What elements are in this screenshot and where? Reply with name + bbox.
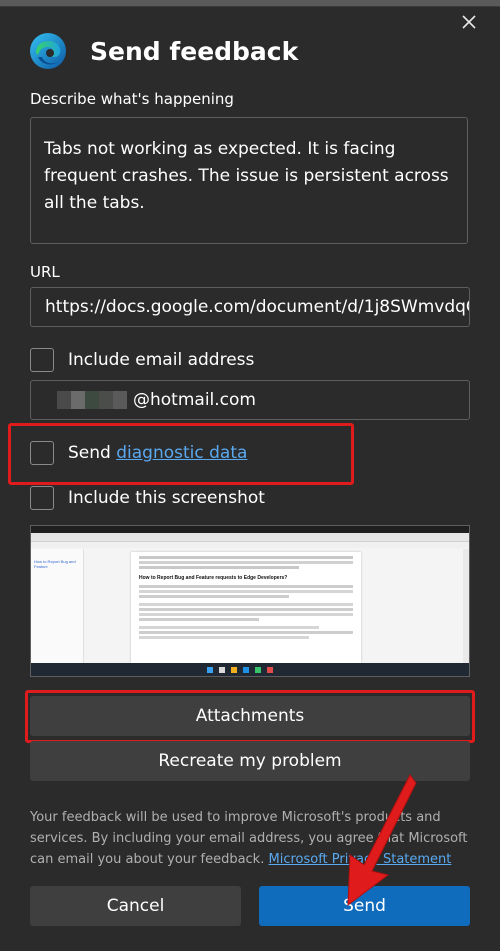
preview-text-line (139, 631, 353, 634)
url-input[interactable]: https://docs.google.com/document/d/1j8SW… (30, 287, 470, 327)
preview-text-line (139, 608, 353, 611)
include-screenshot-row: Include this screenshot (30, 486, 265, 510)
describe-label: Describe what's happening (30, 90, 234, 108)
preview-text-line (139, 613, 353, 616)
email-value: @hotmail.com (133, 390, 256, 410)
preview-toolbar (31, 533, 469, 542)
include-screenshot-label: Include this screenshot (68, 488, 265, 508)
close-button[interactable] (456, 9, 482, 35)
preview-text-line (139, 603, 353, 606)
preview-text-line (139, 561, 353, 564)
url-label: URL (30, 263, 60, 281)
preview-text-line (139, 556, 353, 559)
preview-taskbar-icon (207, 667, 213, 673)
diagnostic-data-checkbox[interactable] (30, 441, 54, 465)
preview-taskbar-icon (255, 667, 261, 673)
preview-taskbar-icon (231, 667, 237, 673)
preview-text-line (139, 595, 289, 598)
redacted-email-blur (57, 391, 127, 409)
preview-text-line (139, 585, 353, 588)
preview-taskbar-icon (267, 667, 273, 673)
include-screenshot-checkbox[interactable] (30, 486, 54, 510)
screenshot-preview: How to Report Bug and Feature How to Rep… (30, 525, 470, 677)
preview-titlebar (31, 526, 469, 533)
preview-right-rail (463, 549, 469, 663)
preview-text-line (139, 590, 353, 593)
feedback-dialog: Send feedback Describe what's happening … (0, 6, 500, 951)
attachments-button[interactable]: Attachments (30, 696, 470, 736)
cancel-button[interactable]: Cancel (30, 886, 241, 926)
preview-text-line (139, 618, 259, 621)
describe-textarea[interactable]: Tabs not working as expected. It is faci… (30, 117, 468, 244)
include-email-row: Include email address (30, 348, 254, 372)
preview-heading: How to Report Bug and Feature requests t… (139, 575, 288, 581)
diagnostic-label: Send diagnostic data (68, 443, 247, 463)
diagnostic-row: Send diagnostic data (30, 441, 247, 465)
preview-taskbar-icon (219, 667, 225, 673)
preview-document-page: How to Report Bug and Feature requests t… (131, 552, 361, 663)
preview-text-line (139, 636, 309, 639)
preview-taskbar (31, 663, 469, 676)
dialog-title: Send feedback (90, 36, 299, 66)
include-email-checkbox[interactable] (30, 348, 54, 372)
preview-sidebar-link: How to Report Bug and Feature (34, 559, 76, 569)
preview-sidebar: How to Report Bug and Feature (31, 549, 84, 663)
preview-text-line (139, 626, 319, 629)
email-input[interactable]: @hotmail.com (30, 380, 470, 420)
close-icon (462, 15, 476, 29)
preview-text-line (139, 566, 299, 569)
url-value: https://docs.google.com/document/d/1j8SW… (45, 297, 470, 317)
include-email-label: Include email address (68, 350, 255, 370)
diagnostic-data-link[interactable]: diagnostic data (116, 443, 247, 463)
diagnostic-prefix: Send (68, 443, 111, 463)
preview-menubar (31, 542, 469, 548)
edge-logo-icon (30, 33, 66, 69)
preview-taskbar-icon (243, 667, 249, 673)
red-arrow-annotation-icon (347, 774, 417, 907)
dialog-header: Send feedback (28, 31, 298, 71)
